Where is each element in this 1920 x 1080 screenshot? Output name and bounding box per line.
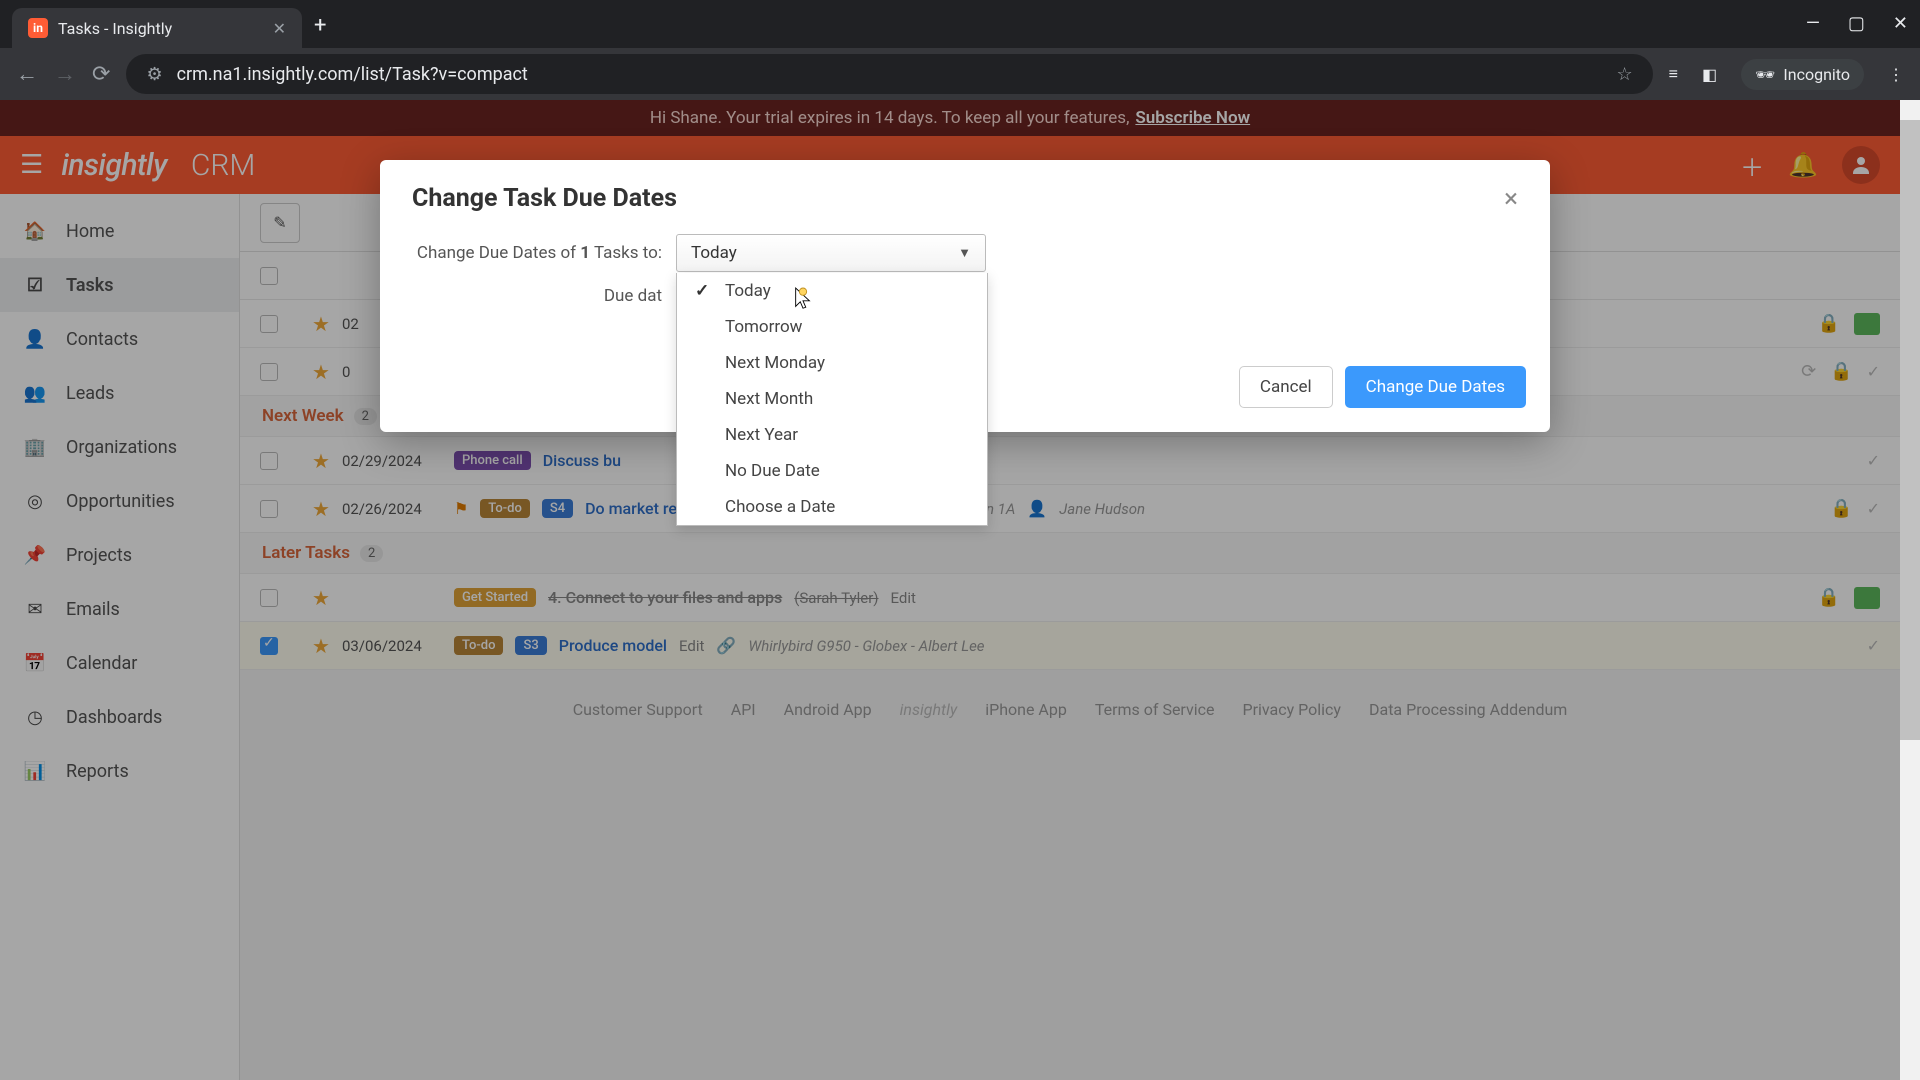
reload-icon[interactable]: ⟳ — [92, 62, 110, 87]
incognito-badge: 🕶 Incognito — [1741, 59, 1864, 90]
modal-title: Change Task Due Dates — [412, 184, 677, 213]
due-date-dropdown: Today Tomorrow Next Monday Next Month Ne… — [676, 273, 988, 526]
dropdown-option-tomorrow[interactable]: Tomorrow — [677, 309, 987, 345]
dropdown-option-next-monday[interactable]: Next Monday — [677, 345, 987, 381]
forward-icon[interactable]: → — [54, 61, 76, 87]
scrollbar-thumb[interactable] — [1900, 120, 1920, 740]
browser-toolbar: ← → ⟳ ⚙ crm.na1.insightly.com/list/Task?… — [0, 48, 1920, 100]
minimize-icon[interactable]: — — [1806, 13, 1820, 34]
select-value: Today — [691, 243, 737, 263]
change-to-label: Change Due Dates of 1 Tasks to: — [412, 243, 662, 263]
address-bar[interactable]: ⚙ crm.na1.insightly.com/list/Task?v=comp… — [126, 54, 1652, 94]
close-window-icon[interactable]: ✕ — [1893, 13, 1908, 34]
tab-title: Tasks - Insightly — [58, 19, 172, 38]
url-text: crm.na1.insightly.com/list/Task?v=compac… — [177, 64, 528, 85]
dropdown-option-today[interactable]: Today — [677, 273, 987, 309]
bookmark-star-icon[interactable]: ☆ — [1616, 64, 1632, 85]
due-date-label: Due dat — [412, 286, 662, 306]
extensions-icon[interactable]: ≡ — [1669, 64, 1678, 84]
modal-close-icon[interactable]: × — [1504, 184, 1518, 214]
dropdown-option-no-due-date[interactable]: No Due Date — [677, 453, 987, 489]
tab-close-icon[interactable]: ✕ — [273, 19, 286, 38]
dropdown-option-next-year[interactable]: Next Year — [677, 417, 987, 453]
incognito-icon: 🕶 — [1755, 65, 1775, 84]
change-due-dates-modal: Change Task Due Dates × Change Due Dates… — [380, 160, 1550, 432]
side-panel-icon[interactable]: ◧ — [1702, 65, 1717, 84]
favicon-icon: in — [28, 18, 48, 38]
browser-tab[interactable]: in Tasks - Insightly ✕ — [12, 8, 302, 48]
window-controls: — ▢ ✕ — [1806, 13, 1908, 34]
new-tab-button[interactable]: + — [314, 13, 326, 38]
browser-tab-bar: in Tasks - Insightly ✕ + — ▢ ✕ — [0, 0, 1920, 48]
browser-menu-icon[interactable]: ⋮ — [1888, 65, 1904, 84]
dropdown-option-choose-date[interactable]: Choose a Date — [677, 489, 987, 525]
site-settings-icon[interactable]: ⚙ — [146, 64, 162, 85]
back-icon[interactable]: ← — [16, 61, 38, 87]
cancel-button[interactable]: Cancel — [1239, 366, 1333, 408]
due-date-select[interactable]: Today ▼ Today Tomorrow Next Monday Next … — [676, 234, 986, 272]
dropdown-option-next-month[interactable]: Next Month — [677, 381, 987, 417]
change-due-dates-button[interactable]: Change Due Dates — [1345, 366, 1526, 408]
maximize-icon[interactable]: ▢ — [1848, 13, 1865, 34]
chevron-down-icon: ▼ — [958, 245, 971, 261]
page-scrollbar[interactable] — [1900, 100, 1920, 1080]
